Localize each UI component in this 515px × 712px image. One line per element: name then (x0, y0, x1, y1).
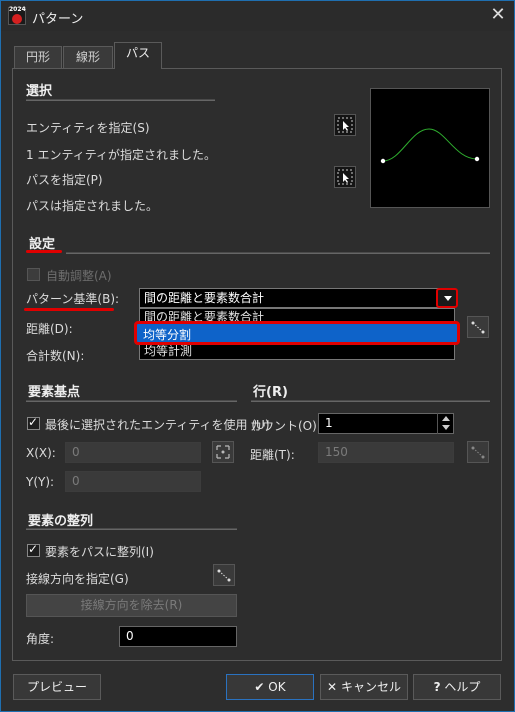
app-logo-mark (12, 14, 22, 24)
alignment-divider (26, 528, 237, 530)
measure-icon (471, 446, 485, 459)
window-title: パターン (32, 12, 84, 27)
path-preview (370, 88, 490, 208)
settings-divider (66, 252, 490, 254)
use-last-entity-checkbox[interactable] (27, 415, 40, 430)
curve-preview-graphic (380, 128, 480, 164)
spin-down-icon[interactable] (442, 425, 450, 430)
base-point-divider (26, 400, 237, 402)
angle-input[interactable]: 0 (119, 626, 237, 647)
y-input[interactable]: 0 (65, 471, 201, 492)
cancel-label: キャンセル (340, 680, 401, 694)
app-icon: 2024 (8, 6, 26, 25)
row-heading: 行(R) (253, 385, 288, 400)
path-label: パスを指定(P) (26, 173, 103, 187)
entity-status: 1 エンティティが指定されました。 (26, 148, 217, 162)
path-status: パスは指定されました。 (26, 199, 159, 213)
tab-circular[interactable]: 円形 (14, 46, 62, 68)
row-distance-label: 距離(T): (250, 448, 295, 462)
row-divider (251, 400, 490, 402)
preview-button[interactable]: プレビュー (13, 674, 101, 700)
selection-divider (26, 99, 215, 101)
alignment-heading: 要素の整列 (28, 514, 94, 529)
count-label: カウント(O): (250, 419, 321, 433)
dropdown-option-label: 均等分割 (143, 328, 192, 342)
x-input[interactable]: 0 (65, 442, 201, 463)
row-measure-button[interactable] (467, 441, 489, 463)
ok-button[interactable]: ✔ OK (226, 674, 314, 700)
tangent-icon (217, 569, 231, 582)
ok-label: OK (268, 680, 286, 694)
cursor-select-icon (337, 169, 353, 185)
x-icon: ✕ (327, 680, 338, 694)
cursor-select-icon (337, 117, 353, 133)
x-label: X(X): (26, 446, 56, 460)
dropdown-option-highlighted[interactable]: 均等分割 (134, 321, 460, 345)
align-to-path-label: 要素をパスに整列(I) (45, 545, 154, 559)
pattern-basis-label: パターン基準(B): (26, 292, 120, 306)
measure-distance-button[interactable] (467, 316, 489, 338)
y-label: Y(Y): (26, 475, 55, 489)
cancel-button[interactable]: ✕ キャンセル (320, 674, 408, 700)
dropdown-option[interactable]: 均等計測 (140, 343, 454, 359)
pick-point-icon (216, 445, 230, 459)
spin-up-icon[interactable] (442, 416, 450, 421)
auto-adjust-checkbox[interactable] (27, 268, 40, 281)
close-icon[interactable]: ✕ (487, 4, 509, 26)
distance-label: 距離(D): (26, 322, 73, 336)
check-icon: ✔ (254, 680, 265, 694)
angle-label: 角度: (26, 632, 55, 646)
help-label: ヘルプ (444, 680, 481, 694)
app-year-label: 2024 (9, 6, 26, 13)
entity-label: エンティティを指定(S) (26, 121, 150, 135)
pattern-basis-select[interactable]: 間の距離と要素数合計 (139, 288, 455, 308)
base-point-heading: 要素基点 (28, 385, 81, 400)
tab-path[interactable]: パス (114, 42, 162, 69)
settings-heading-annotation (26, 250, 62, 253)
measure-icon (471, 321, 485, 334)
select-path-button[interactable] (334, 166, 356, 188)
tangent-button[interactable] (213, 564, 235, 586)
total-count-label: 合計数(N): (26, 349, 85, 363)
use-last-entity-label: 最後に選択されたエンティティを使用 (U) (45, 418, 270, 432)
remove-tangent-button[interactable]: 接線方向を除去(R) (26, 594, 237, 617)
tangent-label: 接線方向を指定(G) (26, 572, 129, 586)
count-spinner[interactable] (437, 413, 453, 434)
help-button[interactable]: ? ヘルプ (413, 674, 501, 700)
pattern-basis-annotation (24, 308, 114, 311)
align-to-path-checkbox[interactable] (27, 542, 40, 557)
question-icon: ? (433, 680, 441, 694)
auto-adjust-label: 自動調整(A) (46, 269, 112, 283)
row-distance-input[interactable]: 150 (318, 442, 454, 463)
selection-heading: 選択 (26, 84, 53, 99)
select-entity-button[interactable] (334, 114, 356, 136)
pick-point-button[interactable] (212, 441, 234, 463)
count-input[interactable]: 1 (318, 413, 454, 434)
tab-linear[interactable]: 線形 (63, 46, 113, 68)
dropdown-arrow-icon[interactable] (436, 288, 458, 308)
